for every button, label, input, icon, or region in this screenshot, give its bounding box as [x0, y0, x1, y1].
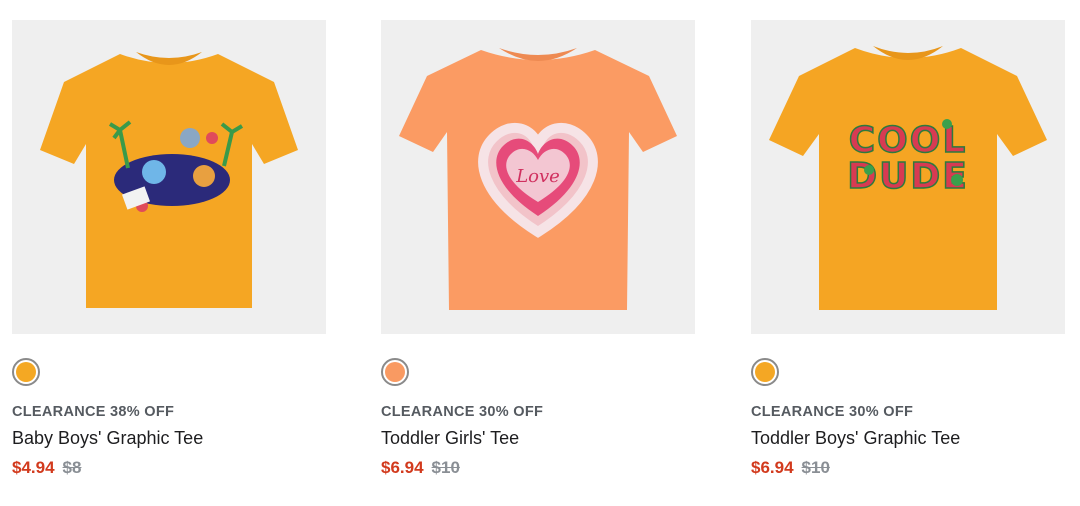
- tshirt-image: COOL DUDE: [769, 46, 1047, 310]
- product-card: CLEARANCE 38% OFF Baby Boys' Graphic Tee…: [12, 20, 326, 477]
- sale-price: $6.94: [381, 458, 424, 477]
- product-grid: CLEARANCE 38% OFF Baby Boys' Graphic Tee…: [0, 0, 1080, 506]
- clearance-badge: CLEARANCE 30% OFF: [381, 404, 544, 420]
- color-swatch[interactable]: [381, 358, 409, 386]
- product-name[interactable]: Baby Boys' Graphic Tee: [12, 428, 203, 449]
- sale-price: $6.94: [751, 458, 794, 477]
- original-price: $10: [801, 458, 830, 477]
- tshirt-image: [40, 52, 298, 308]
- tshirt-image: Love: [399, 48, 677, 310]
- swatch-color-dot: [755, 362, 775, 382]
- graphic-text: DUDE: [847, 156, 969, 197]
- graphic-text: Love: [515, 166, 560, 187]
- price-row: $4.94 $8: [12, 458, 81, 478]
- product-name[interactable]: Toddler Boys' Graphic Tee: [751, 428, 960, 449]
- price-row: $6.94 $10: [751, 458, 830, 478]
- product-image[interactable]: Love: [381, 20, 695, 334]
- clearance-badge: CLEARANCE 38% OFF: [12, 404, 175, 420]
- product-name[interactable]: Toddler Girls' Tee: [381, 428, 519, 449]
- product-image[interactable]: [12, 20, 326, 334]
- color-swatch[interactable]: [751, 358, 779, 386]
- price-row: $6.94 $10: [381, 458, 460, 478]
- color-swatch[interactable]: [12, 358, 40, 386]
- product-card: COOL DUDE CLEARANCE 30% OFF Toddler Boys…: [751, 20, 1065, 477]
- swatch-color-dot: [16, 362, 36, 382]
- sale-price: $4.94: [12, 458, 55, 477]
- clearance-badge: CLEARANCE 30% OFF: [751, 404, 914, 420]
- original-price: $8: [62, 458, 82, 477]
- product-card: Love CLEARANCE 30% OFF Toddler Girls' Te…: [381, 20, 695, 477]
- original-price: $10: [431, 458, 460, 477]
- product-image[interactable]: COOL DUDE: [751, 20, 1065, 334]
- swatch-color-dot: [385, 362, 405, 382]
